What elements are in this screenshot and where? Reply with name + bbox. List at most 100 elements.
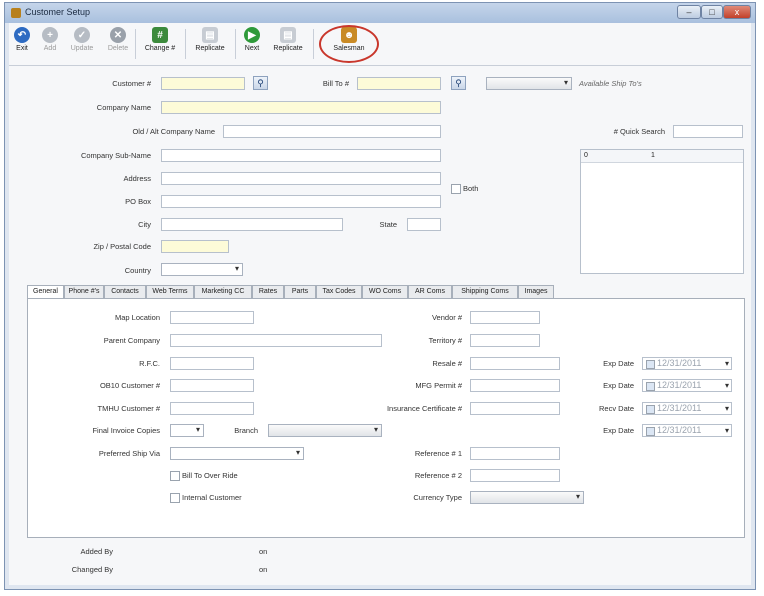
address-input[interactable] xyxy=(161,172,441,185)
vendor-input[interactable] xyxy=(470,311,540,324)
recv-date-label: Recv Date xyxy=(598,404,634,413)
quick-search-input[interactable] xyxy=(673,125,743,138)
next-button[interactable]: ▶ Next xyxy=(241,27,263,52)
insurance-input[interactable] xyxy=(470,402,560,415)
both-checkbox[interactable] xyxy=(451,184,461,194)
exit-label: Exit xyxy=(16,45,28,52)
company-sub-name-input[interactable] xyxy=(161,149,441,162)
exp-date-label-1: Exp Date xyxy=(603,359,634,368)
exp-date-picker-1[interactable]: 12/31/2011 xyxy=(642,357,732,370)
replicate-label: Replicate xyxy=(273,45,303,52)
tab-tax-codes[interactable]: Tax Codes xyxy=(316,285,362,298)
customer-setup-window: Customer Setup – □ x ↶ Exit + Add ✓ Upda… xyxy=(4,2,756,590)
replicate-button-2[interactable]: ▤ Replicate xyxy=(269,27,307,52)
final-invoice-select[interactable] xyxy=(170,424,204,437)
mfg-permit-input[interactable] xyxy=(470,379,560,392)
bill-to-override-label: Bill To Over Ride xyxy=(182,471,238,480)
title-bar: Customer Setup – □ x xyxy=(5,3,755,23)
tab-phone[interactable]: Phone #'s xyxy=(64,285,104,298)
state-input[interactable] xyxy=(407,218,441,231)
minimize-button[interactable]: – xyxy=(677,5,701,19)
changed-by-label: Changed By xyxy=(71,565,113,574)
territory-input[interactable] xyxy=(470,334,540,347)
exp-date-label-2: Exp Date xyxy=(603,381,634,390)
changed-on-label: on xyxy=(259,565,268,574)
tab-contacts[interactable]: Contacts xyxy=(104,285,146,298)
exp-date-label-3: Exp Date xyxy=(603,426,634,435)
currency-select[interactable] xyxy=(470,491,584,504)
quick-search-results-list[interactable]: 0 1 xyxy=(580,149,744,274)
internal-customer-label: Internal Customer xyxy=(182,493,242,502)
zip-input[interactable] xyxy=(161,240,229,253)
customer-search-icon[interactable]: ⚲ xyxy=(253,76,268,90)
branch-select[interactable] xyxy=(268,424,382,437)
close-button[interactable]: x xyxy=(723,5,751,19)
po-box-label: PO Box xyxy=(125,197,151,206)
tab-rates[interactable]: Rates xyxy=(252,285,284,298)
ship-to-select[interactable] xyxy=(486,77,572,90)
vendor-label: Vendor # xyxy=(431,313,462,322)
bill-to-search-icon[interactable]: ⚲ xyxy=(451,76,466,90)
state-label: State xyxy=(379,220,397,229)
map-location-input[interactable] xyxy=(170,311,254,324)
city-input[interactable] xyxy=(161,218,343,231)
update-button[interactable]: ✓ Update xyxy=(67,27,97,52)
country-label: Country xyxy=(124,266,151,275)
exp-date-picker-3[interactable]: 12/31/2011 xyxy=(642,424,732,437)
tab-images[interactable]: Images xyxy=(518,285,554,298)
country-select[interactable] xyxy=(161,263,243,276)
results-col-1[interactable]: 1 xyxy=(651,152,655,159)
exit-button[interactable]: ↶ Exit xyxy=(11,27,33,52)
tab-ar-coms[interactable]: AR Coms xyxy=(408,285,452,298)
exp-date-picker-2[interactable]: 12/31/2011 xyxy=(642,379,732,392)
po-box-input[interactable] xyxy=(161,195,441,208)
tmhu-label: TMHU Customer # xyxy=(97,404,160,413)
replicate-button[interactable]: ▤ Replicate xyxy=(191,27,229,52)
insurance-label: Insurance Certificate # xyxy=(386,404,462,413)
replicate-label: Replicate xyxy=(195,45,225,52)
delete-button[interactable]: ✕ Delete xyxy=(105,27,131,52)
tab-marketing-cc[interactable]: Marketing CC xyxy=(194,285,252,298)
add-button[interactable]: + Add xyxy=(39,27,61,52)
bill-to-input[interactable] xyxy=(357,77,441,90)
maximize-button[interactable]: □ xyxy=(701,5,723,19)
bill-to-override-checkbox[interactable] xyxy=(170,471,180,481)
toolbar: ↶ Exit + Add ✓ Update ✕ Delete # Change … xyxy=(9,23,751,66)
final-invoice-label: Final Invoice Copies xyxy=(92,426,160,435)
ob10-input[interactable] xyxy=(170,379,254,392)
next-icon: ▶ xyxy=(244,27,260,43)
change-number-button[interactable]: # Change # xyxy=(141,27,179,52)
company-name-input[interactable] xyxy=(161,101,441,114)
update-icon: ✓ xyxy=(74,27,90,43)
customer-number-input[interactable] xyxy=(161,77,245,90)
results-col-0[interactable]: 0 xyxy=(584,152,588,159)
highlight-circle xyxy=(319,25,379,63)
add-icon: + xyxy=(42,27,58,43)
territory-label: Territory # xyxy=(428,336,462,345)
window-content: ↶ Exit + Add ✓ Update ✕ Delete # Change … xyxy=(9,23,751,585)
reference1-input[interactable] xyxy=(470,447,560,460)
exit-icon: ↶ xyxy=(14,27,30,43)
recv-date-picker[interactable]: 12/31/2011 xyxy=(642,402,732,415)
tab-general[interactable]: General xyxy=(27,285,64,299)
bill-to-label: Bill To # xyxy=(322,79,349,88)
toolbar-separator xyxy=(235,29,236,59)
rfc-input[interactable] xyxy=(170,357,254,370)
window-title: Customer Setup xyxy=(25,7,91,17)
old-alt-company-label: Old / Alt Company Name xyxy=(132,127,215,136)
internal-customer-checkbox[interactable] xyxy=(170,493,180,503)
preferred-ship-select[interactable] xyxy=(170,447,304,460)
tab-parts[interactable]: Parts xyxy=(284,285,316,298)
tab-wo-coms[interactable]: WO Coms xyxy=(362,285,408,298)
old-alt-company-input[interactable] xyxy=(223,125,441,138)
replicate-icon: ▤ xyxy=(202,27,218,43)
tab-shipping-coms[interactable]: Shipping Coms xyxy=(452,285,518,298)
resale-label: Resale # xyxy=(432,359,462,368)
change-label: Change # xyxy=(144,45,176,52)
tmhu-input[interactable] xyxy=(170,402,254,415)
reference2-input[interactable] xyxy=(470,469,560,482)
tab-web-terms[interactable]: Web Terms xyxy=(146,285,194,298)
resale-input[interactable] xyxy=(470,357,560,370)
city-label: City xyxy=(138,220,151,229)
parent-company-input[interactable] xyxy=(170,334,382,347)
